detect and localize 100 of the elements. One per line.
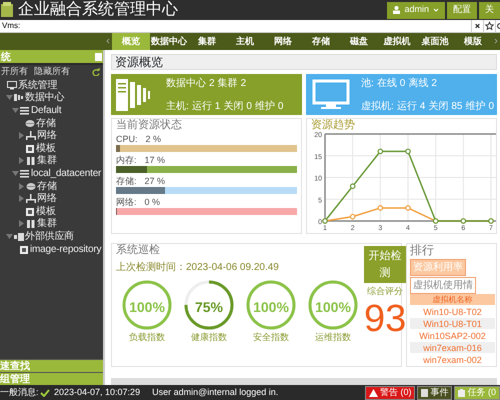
ranking-tab[interactable]: 虚拟机使用情: [410, 277, 476, 294]
cluster-icon: [26, 156, 36, 166]
tree-item[interactable]: local_datacenter: [31, 166, 102, 181]
monitor-icon: [7, 80, 17, 90]
nav-tab[interactable]: 磁盘: [340, 33, 378, 50]
card-text: 0: [246, 100, 252, 114]
card-text: 主机:: [166, 100, 189, 114]
gauge-label: 运维指数: [314, 331, 352, 344]
nav-tab[interactable]: 虚拟机: [378, 33, 416, 50]
collapsed-icon[interactable]: [18, 195, 25, 202]
monitor-icon: [311, 78, 351, 110]
collapsed-icon[interactable]: [18, 182, 25, 190]
disk-icon: [25, 118, 35, 128]
meter-label: CPU:: [116, 134, 138, 145]
expanded-icon[interactable]: [12, 170, 19, 177]
meter-label: 内存:: [116, 155, 137, 166]
gauge-label: 负载指数: [128, 331, 166, 344]
card-text: 关闭: [223, 100, 244, 114]
card-text: 2: [240, 76, 246, 90]
gauge-label: 健康指数: [190, 331, 228, 344]
panel-title: 资源趋势: [311, 119, 356, 131]
scrollbar[interactable]: [111, 378, 497, 385]
page-title: 资源概览: [111, 54, 497, 70]
panel-title: 排行: [410, 244, 435, 257]
meter-reading: 0 %: [144, 197, 160, 208]
table-cell: Win10-U8-T01: [410, 318, 495, 330]
message-text: User admin@internal logged in.: [152, 386, 278, 399]
card-text: 集群: [218, 76, 238, 90]
tree-item[interactable]: image-repository: [30, 242, 102, 257]
template-icon: [25, 144, 35, 153]
card-text: 池:: [361, 76, 374, 90]
tree-item[interactable]: 集群: [37, 153, 57, 168]
score-value: 93: [364, 298, 406, 338]
document-icon: [421, 388, 428, 396]
tree-item[interactable]: 网络: [37, 191, 57, 206]
tree-item[interactable]: Default: [31, 102, 62, 118]
gauge-ring: [183, 279, 235, 331]
collapsed-icon[interactable]: [18, 220, 25, 228]
network-icon: [26, 194, 36, 204]
card-text: 维护: [465, 100, 486, 114]
tree-item[interactable]: 系统管理: [18, 78, 58, 93]
tree-item[interactable]: 存储: [37, 178, 57, 194]
template-icon: [25, 206, 35, 216]
card-text: 虚拟机:: [361, 100, 394, 114]
tree-item[interactable]: 网络: [37, 128, 57, 144]
tree-item[interactable]: 存储: [36, 116, 56, 131]
vendor-icon: [14, 232, 24, 241]
card-text: 离线: [408, 76, 428, 90]
sidebar-link[interactable]: 隐藏所有: [34, 65, 70, 79]
gauge-value: 75%: [194, 298, 224, 317]
meter-reading: 27 %: [144, 176, 166, 187]
card-text: 运行: [192, 100, 212, 114]
collapsed-icon[interactable]: [18, 157, 25, 164]
score-label: 综合评分: [367, 285, 404, 298]
expanded-icon[interactable]: [12, 106, 19, 114]
cluster-icon: [26, 219, 36, 228]
status-button[interactable]: 警告 (0): [364, 386, 416, 400]
tree-item[interactable]: 模板: [36, 204, 56, 219]
nav-tab[interactable]: 桌面池: [416, 33, 454, 50]
collapsed-icon[interactable]: [18, 132, 25, 140]
table-cell: win7exam-016: [410, 342, 495, 354]
clipboard-icon: [458, 388, 466, 396]
tree-item[interactable]: 模板: [36, 140, 56, 156]
tree-item[interactable]: 集群: [37, 216, 57, 232]
status-button[interactable]: 事件: [417, 386, 452, 400]
message-label: 一般消息:: [0, 386, 36, 399]
card-text: 数据中心: [166, 76, 206, 90]
warning-icon: [368, 388, 378, 396]
panel-title: 当前资源状态: [116, 119, 183, 131]
tree-item[interactable]: 数据中心: [25, 90, 64, 106]
panel-title: 系统巡检: [116, 244, 161, 256]
nav-tab[interactable]: 网络: [264, 33, 302, 50]
card-text: 4: [420, 100, 426, 114]
gauge-ring: [245, 279, 297, 331]
card-text: 0: [278, 100, 284, 114]
tree-item[interactable]: 外部供应商: [25, 228, 74, 244]
card-text: 运行: [396, 100, 417, 114]
gauge-value: 100%: [314, 298, 352, 317]
refresh-icon[interactable]: [495, 20, 500, 32]
data-point: [405, 148, 411, 154]
nav-tab[interactable]: 存储: [302, 33, 340, 50]
last-check-time: 上次检测时间：2023-04-06 09.20.49: [116, 260, 280, 275]
server-icon: [14, 93, 24, 102]
refresh-icon[interactable]: [92, 68, 100, 76]
expanded-icon[interactable]: [6, 232, 13, 240]
star-icon[interactable]: [483, 20, 495, 32]
nav-tab[interactable]: 模版: [454, 33, 492, 50]
message-time: 2023-04-07, 10:07:29: [54, 386, 140, 399]
sidebar-link[interactable]: 开所有: [1, 65, 28, 79]
card-text: 0: [400, 76, 406, 90]
list-icon: [20, 106, 30, 115]
check-icon: [40, 388, 50, 396]
card-text: 在线: [376, 76, 397, 90]
nav-tab[interactable]: 集群: [188, 33, 226, 50]
card-text: 维护: [254, 100, 275, 114]
expanded-icon[interactable]: [6, 94, 13, 102]
nav-tab[interactable]: 主机: [226, 33, 264, 50]
nav-tab[interactable]: 数据中心: [150, 33, 188, 50]
sidebar-title: 统: [1, 50, 11, 63]
card-text: 1: [214, 100, 220, 114]
